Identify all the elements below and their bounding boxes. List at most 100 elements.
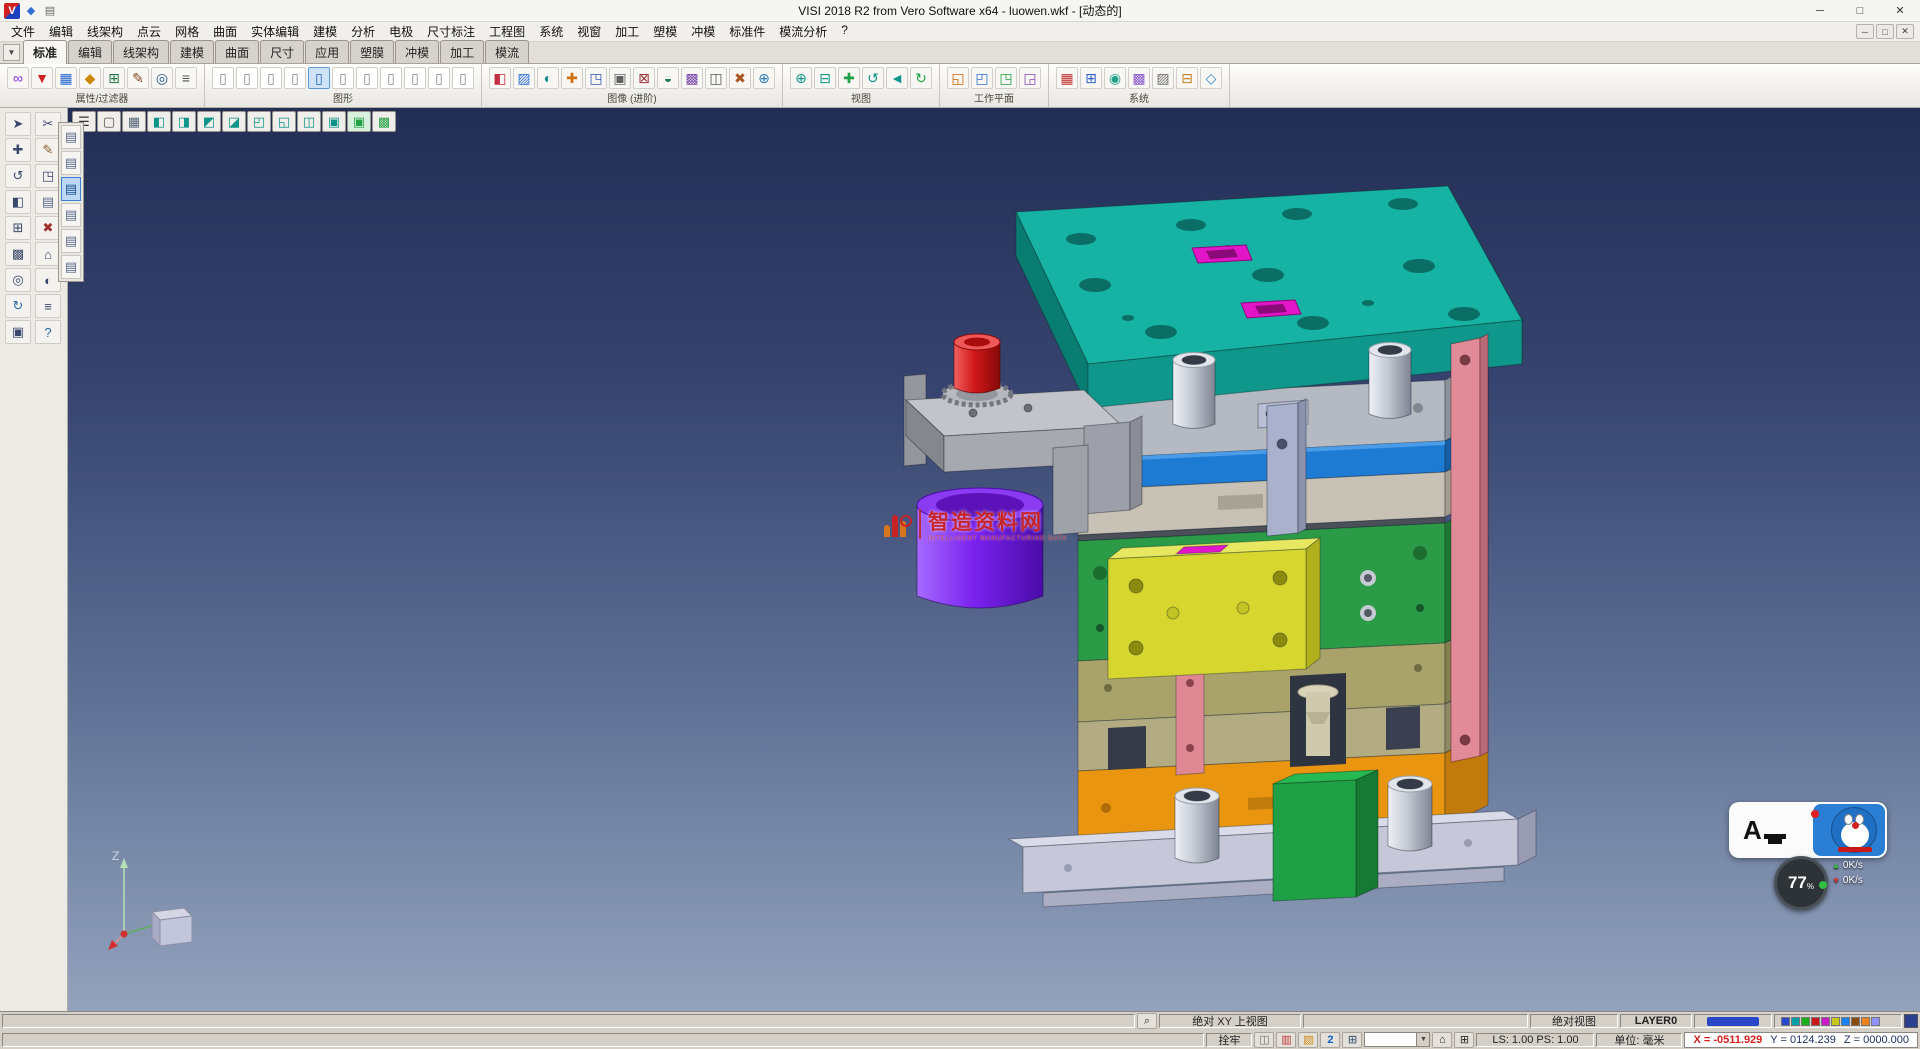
snap-combo[interactable]: ▼ (1364, 1032, 1430, 1047)
rotate-ccw-icon[interactable]: ↺ (5, 164, 31, 188)
grid-mode-icon[interactable]: ▦ (122, 111, 146, 132)
sheet-bounding-icon[interactable]: ▯ (428, 67, 450, 89)
system-grid-icon[interactable]: ⊞ (1080, 67, 1102, 89)
redo-arrow-icon[interactable]: ↻ (5, 294, 31, 318)
menu-item-12[interactable]: 系统 (532, 21, 570, 42)
tab-10[interactable]: 模流 (485, 40, 529, 63)
half-sphere-icon[interactable]: ◐ (537, 67, 559, 89)
active-layer-name[interactable]: LAYER0 (1620, 1014, 1692, 1028)
sheet-edges-icon[interactable]: ▯ (404, 67, 426, 89)
side-view-cube-icon[interactable]: ◫ (297, 111, 321, 132)
tab-3[interactable]: 建模 (170, 40, 214, 63)
home-button[interactable]: ⌂ (1432, 1032, 1452, 1048)
sheet-section-icon[interactable]: ▯ (332, 67, 354, 89)
move-cross-icon[interactable]: ✚ (5, 138, 31, 162)
zoom-in-icon[interactable]: ⊕ (790, 67, 812, 89)
system-matrix-icon[interactable]: ▩ (1128, 67, 1150, 89)
rotate-view-icon[interactable]: ↺ (862, 67, 884, 89)
render-cube-icon[interactable]: ▣ (347, 111, 371, 132)
status-search-button[interactable]: ⌕ (1137, 1013, 1157, 1029)
mirror-shape-icon[interactable]: ◧ (5, 190, 31, 214)
viewport-canvas[interactable]: ☰▢▦◧◨◩◪◰◱◫▣▣▩ (68, 108, 1920, 1011)
workplane-align-icon[interactable]: ◳ (995, 67, 1017, 89)
front-view-cube-icon[interactable]: ◱ (272, 111, 296, 132)
magnet-select-icon[interactable]: ◎ (151, 67, 173, 89)
quick-save-icon[interactable]: ▤ (42, 3, 58, 19)
add-image-icon[interactable]: ✚ (561, 67, 583, 89)
clipboard-slot-0[interactable]: ▤ (61, 125, 81, 149)
layer-swatch-2[interactable] (1801, 1017, 1810, 1026)
menu-item-13[interactable]: 视窗 (570, 21, 608, 42)
tab-0[interactable]: 标准 (23, 40, 67, 64)
iso-view-1-icon[interactable]: ◧ (147, 111, 171, 132)
insert-image-icon[interactable]: ⊕ (753, 67, 775, 89)
settings-bars-icon[interactable]: ≡ (35, 294, 61, 318)
status-help2-icon[interactable]: 2 (1320, 1032, 1340, 1048)
layer-swatch-1[interactable] (1791, 1017, 1800, 1026)
system-globe-icon[interactable]: ◉ (1104, 67, 1126, 89)
mdi-restore-button[interactable]: □ (1876, 24, 1894, 39)
layer-swatch-7[interactable] (1851, 1017, 1860, 1026)
layer-swatch-0[interactable] (1781, 1017, 1790, 1026)
save-disk-icon[interactable]: ▣ (5, 320, 31, 344)
menu-item-16[interactable]: 冲模 (684, 21, 722, 42)
status-book-icon[interactable]: ▥ (1276, 1032, 1296, 1048)
sphere-map-icon[interactable]: ◒ (657, 67, 679, 89)
tab-8[interactable]: 冲模 (395, 40, 439, 63)
clipboard-slot-4[interactable]: ▤ (61, 229, 81, 253)
sheet-dynamic-icon[interactable]: ▯ (308, 67, 330, 89)
tab-1[interactable]: 编辑 (68, 40, 112, 63)
top-view-cube-icon[interactable]: ◰ (247, 111, 271, 132)
tab-9[interactable]: 加工 (440, 40, 484, 63)
download-widget[interactable]: A 77 % ▲ 0K/s ▼ 0K/s (1718, 798, 1920, 938)
pattern-icon[interactable]: ▩ (681, 67, 703, 89)
tab-7[interactable]: 塑膜 (350, 40, 394, 63)
layer-swatch-4[interactable] (1821, 1017, 1830, 1026)
clipboard-slot-5[interactable]: ▤ (61, 255, 81, 279)
status-bulb-icon[interactable]: ▧ (1298, 1032, 1318, 1048)
clipboard-slot-2[interactable]: ▤ (61, 177, 81, 201)
tab-overflow-button[interactable]: ▼ (3, 44, 20, 61)
maximize-button[interactable]: □ (1840, 0, 1880, 21)
tab-2[interactable]: 线架构 (113, 40, 169, 63)
zoom-circle-icon[interactable]: ◎ (5, 268, 31, 292)
menu-item-19[interactable]: ? (834, 21, 855, 42)
element-filter-icon[interactable]: ⊞ (103, 67, 125, 89)
layer-swatch-6[interactable] (1841, 1017, 1850, 1026)
quick-diamond-icon[interactable]: ◆ (23, 3, 39, 19)
system-calc-icon[interactable]: ⊟ (1176, 67, 1198, 89)
mdi-close-button[interactable]: ✕ (1896, 24, 1914, 39)
dynamic-view-icon[interactable]: ▩ (372, 111, 396, 132)
help-mark-icon[interactable]: ? (35, 320, 61, 344)
sheet-new-icon[interactable]: ▯ (212, 67, 234, 89)
system-perspective-icon[interactable]: ◇ (1200, 67, 1222, 89)
tab-6[interactable]: 应用 (305, 40, 349, 63)
red-filter-icon[interactable]: ▼ (31, 67, 53, 89)
clear-image-icon[interactable]: ✖ (729, 67, 751, 89)
split-view-icon[interactable]: ◫ (705, 67, 727, 89)
select-arrow-icon[interactable]: ➤ (5, 112, 31, 136)
frame-icon[interactable]: ▣ (609, 67, 631, 89)
workplane-standard-icon[interactable]: ◱ (947, 67, 969, 89)
absolute-view-indicator[interactable]: 绝对视图 (1530, 1014, 1618, 1028)
layer-swatch-5[interactable] (1831, 1017, 1840, 1026)
delete-image-icon[interactable]: ⊠ (633, 67, 655, 89)
wireframe-mode-icon[interactable]: ▢ (97, 111, 121, 132)
sheet-ghost-icon[interactable]: ▯ (380, 67, 402, 89)
close-button[interactable]: ✕ (1880, 0, 1920, 21)
active-layer-color-segment[interactable] (1694, 1014, 1772, 1028)
layer-swatch-9[interactable] (1871, 1017, 1880, 1026)
layers-stack-icon[interactable]: ▩ (5, 242, 31, 266)
iso-view-3-icon[interactable]: ◩ (197, 111, 221, 132)
filter-settings-icon[interactable]: ≡ (175, 67, 197, 89)
tab-5[interactable]: 尺寸 (260, 40, 304, 63)
layer-palette-icon[interactable]: ▦ (55, 67, 77, 89)
status-grid-icon[interactable]: ⊞ (1342, 1032, 1362, 1048)
progress-circle[interactable]: 77 % (1774, 856, 1828, 910)
system-pixels-icon[interactable]: ▨ (1152, 67, 1174, 89)
menu-item-15[interactable]: 塑模 (646, 21, 684, 42)
refresh-view-icon[interactable]: ↻ (910, 67, 932, 89)
previous-view-icon[interactable]: ◄ (886, 67, 908, 89)
workplane-new-icon[interactable]: ◰ (971, 67, 993, 89)
mdi-minimize-button[interactable]: ─ (1856, 24, 1874, 39)
